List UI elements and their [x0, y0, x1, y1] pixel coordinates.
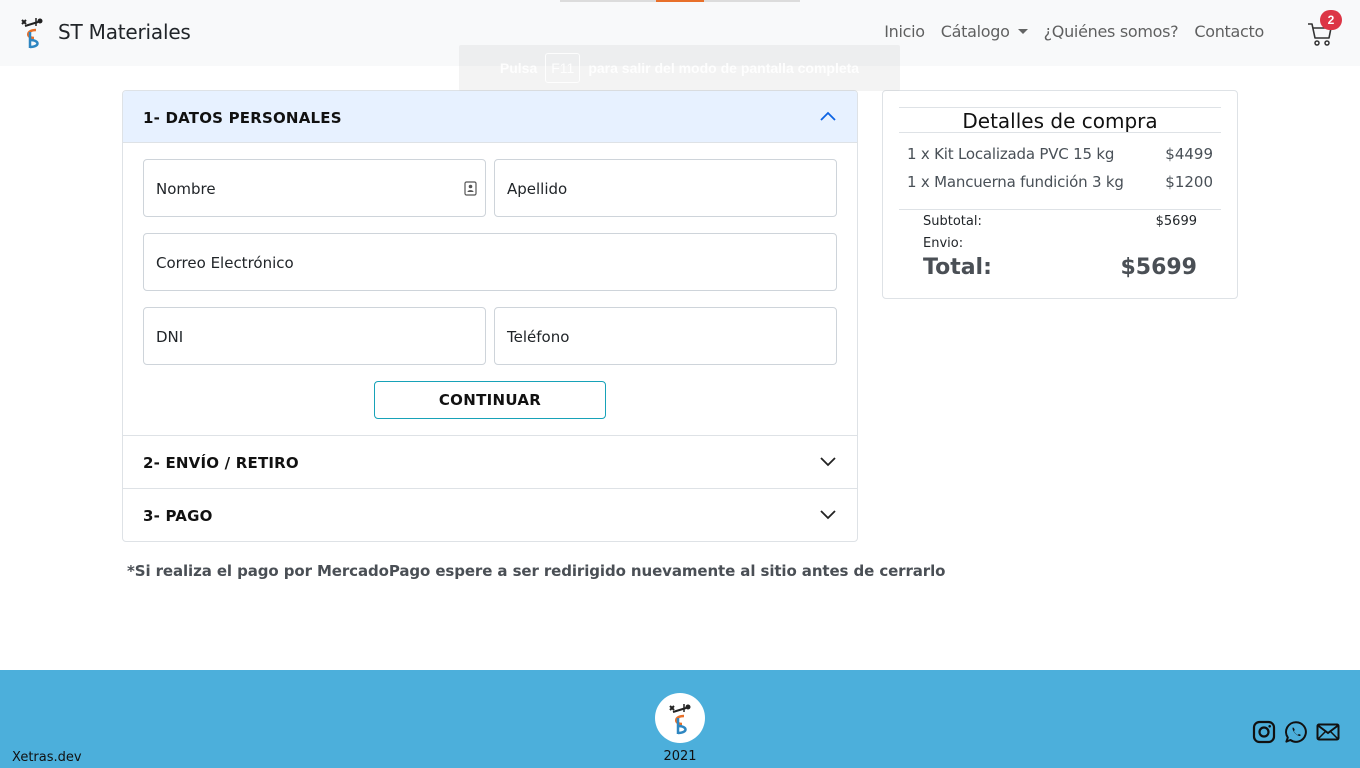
contact-card-icon[interactable] — [464, 181, 477, 196]
nav-item-inicio[interactable]: Inicio — [884, 22, 925, 41]
instagram-icon[interactable] — [1252, 720, 1276, 744]
toast-key: F11 — [545, 53, 581, 83]
accordion-title: 2- ENVÍO / RETIRO — [143, 454, 299, 472]
email-field[interactable]: Correo Electrónico — [143, 233, 837, 291]
accordion-header-envio-retiro[interactable]: 2- ENVÍO / RETIRO — [123, 436, 857, 488]
payment-note: *Si realiza el pago por MercadoPago espe… — [127, 562, 946, 580]
email-placeholder: Correo Electrónico — [156, 254, 294, 272]
summary-item-price: $4499 — [1165, 145, 1213, 163]
footer-logo — [655, 693, 705, 743]
divider — [899, 209, 1221, 210]
footer: Xetras.dev 2021 — [0, 670, 1360, 768]
brand-link[interactable]: ST Materiales — [16, 14, 191, 50]
total-label: Total: — [923, 255, 992, 280]
total-value: $5699 — [1120, 255, 1197, 280]
cart-count-badge: 2 — [1320, 10, 1342, 30]
accordion-title: 1- DATOS PERSONALES — [143, 109, 342, 127]
apellido-field[interactable]: Apellido — [494, 159, 837, 217]
nav-links: Inicio Cátalogo ¿Quiénes somos? Contacto — [868, 22, 1264, 41]
caret-down-icon — [1017, 29, 1028, 34]
nav-item-catalogo[interactable]: Cátalogo — [941, 22, 1028, 41]
chevron-down-icon — [820, 510, 836, 520]
summary-item-name: 1 x Mancuerna fundición 3 kg — [907, 173, 1124, 191]
nav-item-catalogo-label: Cátalogo — [940, 22, 1010, 41]
brand-logo-icon — [669, 704, 691, 735]
toast-text-after: para salir del modo de pantalla completa — [588, 60, 860, 76]
continue-button[interactable]: CONTINUAR — [374, 381, 606, 419]
whatsapp-icon[interactable] — [1284, 720, 1308, 744]
fullscreen-toast: Pulsa F11 para salir del modo de pantall… — [459, 45, 900, 91]
telefono-placeholder: Teléfono — [507, 328, 570, 346]
mail-icon[interactable] — [1316, 720, 1340, 744]
divider — [899, 132, 1221, 133]
chevron-up-icon — [820, 111, 836, 121]
summary-title: Detalles de compra — [962, 109, 1158, 133]
telefono-field[interactable]: Teléfono — [494, 307, 837, 365]
chevron-down-icon — [820, 457, 836, 467]
nav-item-quienes-somos[interactable]: ¿Quiénes somos? — [1044, 22, 1179, 41]
nav-item-contacto[interactable]: Contacto — [1194, 22, 1264, 41]
nombre-placeholder: Nombre — [156, 180, 216, 198]
dni-placeholder: DNI — [156, 328, 184, 346]
toast-text-before: Pulsa — [499, 60, 538, 76]
summary-item-name: 1 x Kit Localizada PVC 15 kg — [907, 145, 1115, 163]
envio-label: Envio: — [923, 236, 964, 251]
checkout-accordion: 1- DATOS PERSONALES Nombre Apellido Corr… — [122, 90, 858, 542]
brand-name: ST Materiales — [58, 20, 191, 44]
divider — [899, 107, 1221, 108]
accordion-title: 3- PAGO — [143, 507, 213, 525]
tab-indicator — [656, 0, 704, 2]
purchase-summary-card: Detalles de compra 1 x Kit Localizada PV… — [882, 90, 1238, 299]
apellido-placeholder: Apellido — [507, 180, 568, 198]
summary-item-price: $1200 — [1165, 173, 1213, 191]
accordion-header-pago[interactable]: 3- PAGO — [123, 489, 857, 541]
nombre-field[interactable]: Nombre — [143, 159, 486, 217]
accordion-header-datos-personales[interactable]: 1- DATOS PERSONALES — [123, 91, 857, 143]
subtotal-label: Subtotal: — [923, 214, 982, 229]
dni-field[interactable]: DNI — [143, 307, 486, 365]
brand-logo-icon — [21, 18, 43, 49]
footer-year: 2021 — [663, 749, 697, 764]
subtotal-value: $5699 — [1155, 214, 1197, 229]
